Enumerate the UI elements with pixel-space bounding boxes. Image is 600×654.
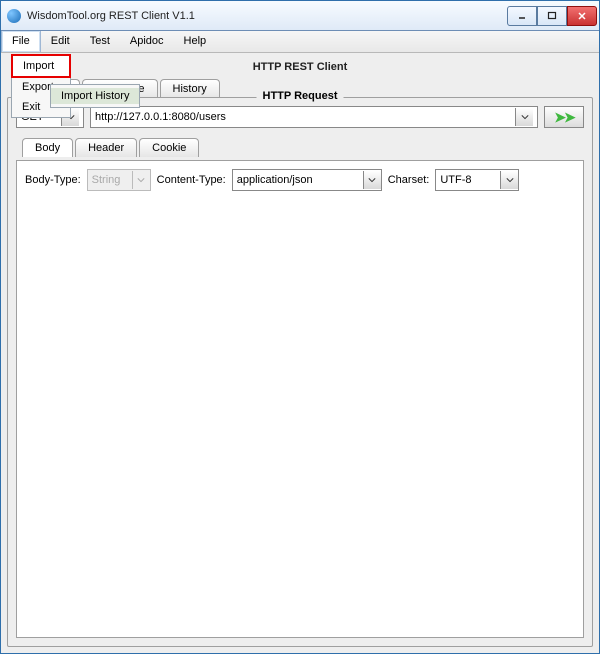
charset-select[interactable]: UTF-8	[435, 169, 519, 191]
content-type-label: Content-Type:	[157, 174, 226, 186]
chevron-down-icon	[132, 171, 150, 189]
charset-value: UTF-8	[436, 174, 496, 186]
menu-apidoc[interactable]: Apidoc	[120, 31, 174, 52]
menu-file[interactable]: File	[1, 31, 41, 52]
menu-edit[interactable]: Edit	[41, 31, 80, 52]
send-button[interactable]: ➤➤	[544, 106, 584, 128]
go-icon: ➤➤	[554, 109, 573, 126]
url-value: http://127.0.0.1:8080/users	[95, 111, 511, 123]
app-title: HTTP REST Client	[7, 59, 593, 79]
import-submenu: Import History	[50, 84, 140, 108]
http-request-legend: HTTP Request	[257, 90, 344, 102]
menu-item-import-history[interactable]: Import History	[51, 88, 139, 104]
tab-body[interactable]: Body	[22, 138, 73, 157]
body-type-label: Body-Type:	[25, 174, 81, 186]
tab-history[interactable]: History	[160, 79, 220, 98]
close-button[interactable]	[567, 6, 597, 26]
chevron-down-icon	[363, 171, 381, 189]
menubar: File Edit Test Apidoc Help	[1, 31, 599, 53]
menu-item-import[interactable]: Import	[11, 54, 71, 78]
content-type-value: application/json	[233, 174, 359, 186]
menu-test[interactable]: Test	[80, 31, 120, 52]
content-type-select[interactable]: application/json	[232, 169, 382, 191]
body-tabs: Body Header Cookie	[16, 138, 584, 157]
app-icon	[7, 9, 21, 23]
body-panel: Body-Type: String Content-Type: applicat…	[16, 160, 584, 638]
minimize-button[interactable]	[507, 6, 537, 26]
chevron-down-icon	[500, 171, 518, 189]
tab-header[interactable]: Header	[75, 138, 137, 157]
titlebar: WisdomTool.org REST Client V1.1	[1, 1, 599, 31]
body-type-select: String	[87, 169, 151, 191]
url-input[interactable]: http://127.0.0.1:8080/users	[90, 106, 538, 128]
maximize-button[interactable]	[537, 6, 567, 26]
tab-cookie[interactable]: Cookie	[139, 138, 199, 157]
window-title: WisdomTool.org REST Client V1.1	[27, 10, 501, 22]
charset-label: Charset:	[388, 174, 430, 186]
menu-help[interactable]: Help	[174, 31, 217, 52]
chevron-down-icon	[515, 108, 533, 126]
body-type-value: String	[88, 174, 128, 186]
